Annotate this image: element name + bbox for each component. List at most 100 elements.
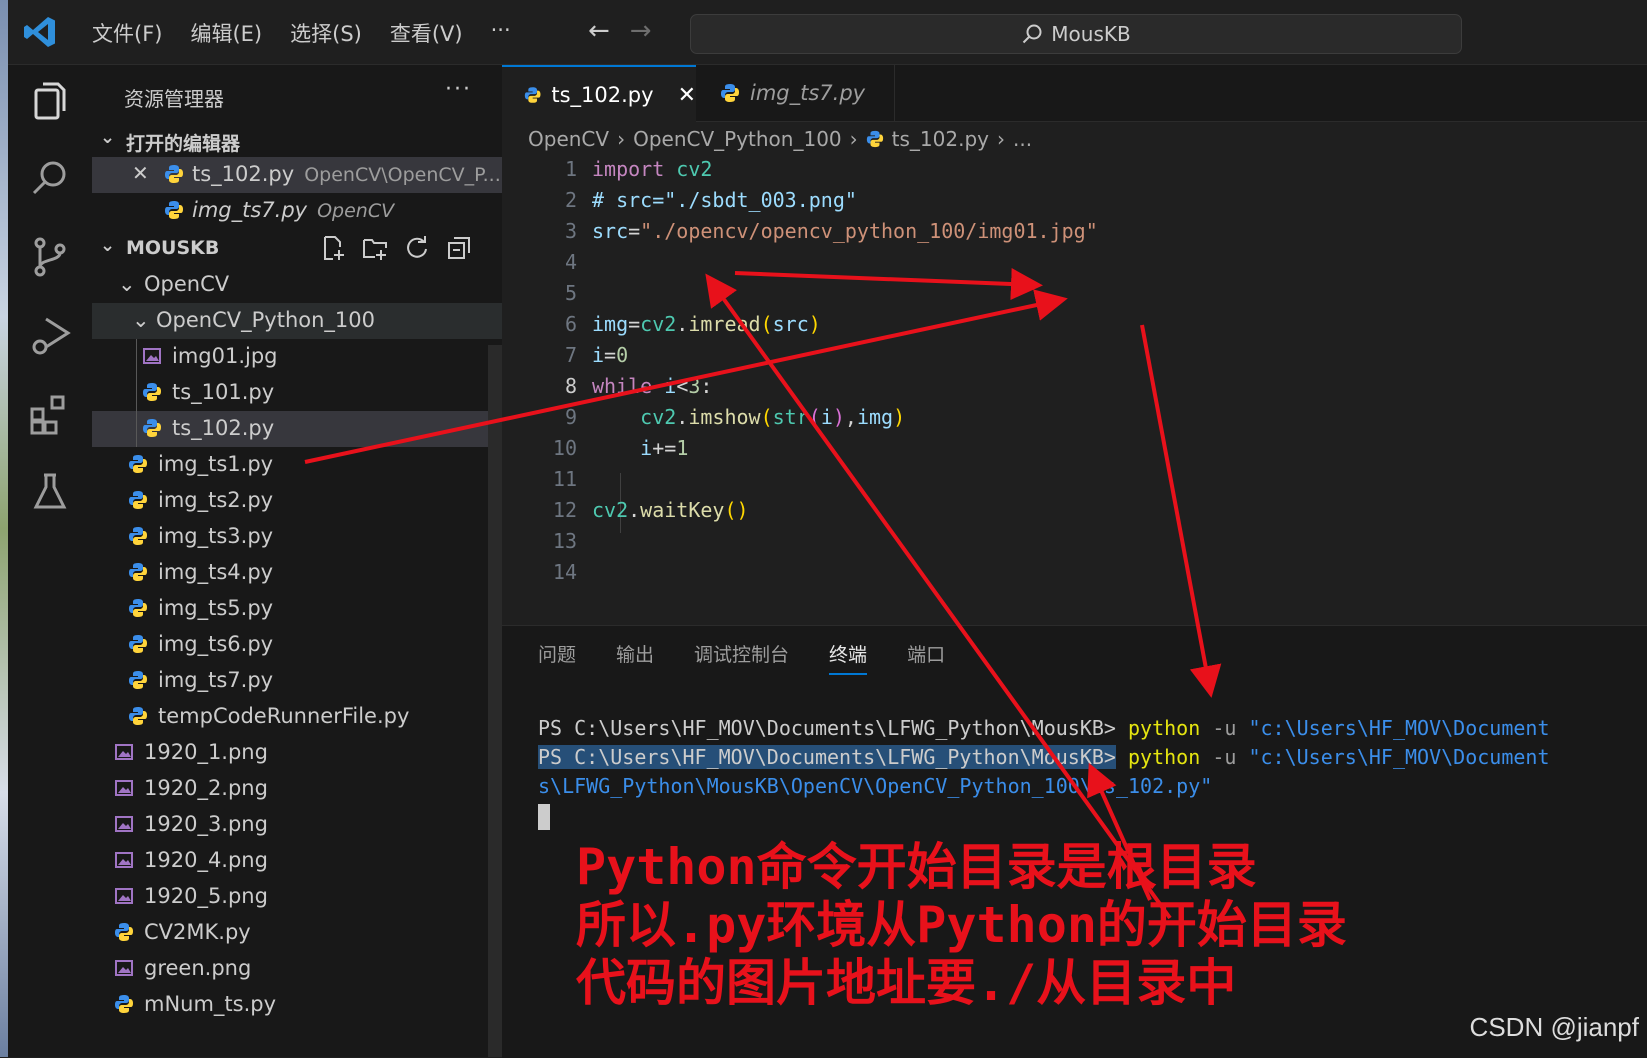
breadcrumb-item[interactable]: ts_102.py [892,127,989,151]
file-tree-item[interactable]: img01.jpg [92,339,502,375]
file-tree-item[interactable]: img_ts5.py [92,591,502,627]
file-tree-item[interactable]: img_ts4.py [92,555,502,591]
file-tree-item[interactable]: CV2MK.py [92,915,502,951]
explorer-icon[interactable] [26,77,74,125]
open-editor-name: ts_102.py [192,162,295,186]
line-number: 3 [564,219,577,243]
explorer-sidebar: 资源管理器 ··· ⌄ 打开的编辑器 ✕ ts_102.py OpenCV\Ope… [92,65,503,1057]
file-tree-item[interactable]: ts_102.py [92,411,502,447]
file-tree-item[interactable]: ts_101.py [92,375,502,411]
folder-opencv-python-100[interactable]: ⌄ OpenCV_Python_100 [92,303,502,339]
image-file-icon [115,888,133,904]
line-number: 7 [564,343,577,367]
line-number: 4 [564,250,577,274]
source-control-icon[interactable] [26,233,74,281]
file-tree-item[interactable]: 1920_1.png [92,735,502,771]
close-icon[interactable]: ✕ [678,83,696,108]
explorer-toolbar [320,235,472,261]
code-line: 8 while i<3: [502,374,1647,405]
refresh-icon[interactable] [404,235,430,261]
line-number: 14 [552,560,577,584]
menu-view[interactable]: 查看(V) [376,18,477,48]
tab-problems[interactable]: 问题 [538,640,576,675]
tab-ports[interactable]: 端口 [907,640,945,675]
menu-more[interactable]: ··· [477,18,525,48]
file-name: 1920_4.png [144,848,268,872]
panel-tabs: 问题 输出 调试控制台 终端 端口 [538,640,945,675]
file-name: img_ts7.py [158,668,274,692]
terminal-cursor [538,803,550,830]
run-debug-icon[interactable] [26,311,74,359]
file-tree-item[interactable]: img_ts3.py [92,519,502,555]
menu-file[interactable]: 文件(F) [78,18,176,48]
python-file-icon [721,84,739,102]
file-tree-item[interactable]: 1920_2.png [92,771,502,807]
vscode-logo-icon [24,17,55,47]
tab-terminal[interactable]: 终端 [829,640,868,675]
python-file-icon [866,130,883,148]
chevron-down-icon: ⌄ [100,127,116,148]
menu-selection[interactable]: 选择(S) [276,18,376,48]
terminal-prompt: PS C:\Users\HF_MOV\Documents\LFWG_Python… [538,745,1116,769]
file-tree-item[interactable]: 1920_4.png [92,843,502,879]
open-editors-header[interactable]: ⌄ 打开的编辑器 [92,123,502,159]
new-file-icon[interactable] [320,235,346,261]
breadcrumb-item[interactable]: OpenCV [528,127,609,151]
testing-flask-icon[interactable] [26,467,74,515]
command-center-search[interactable]: MousKB [690,14,1462,54]
search-icon[interactable] [26,155,74,203]
close-icon[interactable]: ✕ [132,161,149,185]
explorer-more-icon[interactable]: ··· [445,77,472,102]
file-tree-item[interactable]: 1920_5.png [92,879,502,915]
code-line: 7 i=0 [502,343,1647,374]
breadcrumb-item[interactable]: OpenCV_Python_100 [633,127,842,151]
terminal-output[interactable]: PS C:\Users\HF_MOV\Documents\LFWG_Python… [538,714,1549,830]
file-name: 1920_2.png [144,776,268,800]
annotation-line: 所以.py环境从Python的开始目录 [576,896,1347,954]
tab-debug-console[interactable]: 调试控制台 [694,640,789,675]
python-file-icon [115,923,133,941]
extensions-icon[interactable] [26,389,74,437]
file-name: 1920_5.png [144,884,268,908]
python-file-icon [129,635,147,653]
new-folder-icon[interactable] [362,235,388,261]
python-file-icon [129,527,147,545]
image-file-icon [115,816,133,832]
code-line: 10 i+=1 [502,436,1647,467]
collapse-all-icon[interactable] [446,235,472,261]
file-name: img01.jpg [172,344,278,368]
workspace-header[interactable]: ⌄ MOUSKB [92,231,502,267]
tab-img-ts7[interactable]: img_ts7.py [698,65,895,121]
breadcrumb-item[interactable]: ... [1013,127,1032,151]
file-tree-item[interactable]: green.png [92,951,502,987]
file-tree-item[interactable]: img_ts1.py [92,447,502,483]
python-file-icon [129,455,147,473]
file-tree-item[interactable]: mNum_ts.py [92,987,502,1023]
file-tree-item[interactable]: img_ts7.py [92,663,502,699]
back-arrow-icon[interactable]: ← [588,16,610,46]
folder-opencv[interactable]: ⌄ OpenCV [92,267,502,303]
menu-bar: 文件(F) 编辑(E) 选择(S) 查看(V) ··· [78,18,525,48]
tab-label: img_ts7.py [750,81,866,105]
file-name: img_ts4.py [158,560,274,584]
terminal-option: -u [1212,745,1237,769]
activity-bar [8,65,93,1057]
file-tree-item[interactable]: tempCodeRunnerFile.py [92,699,502,735]
forward-arrow-icon[interactable]: → [630,16,652,46]
file-tree-item[interactable]: img_ts2.py [92,483,502,519]
search-icon [1023,24,1042,44]
editor-group: ts_102.py ✕ img_ts7.py OpenCV › OpenCV_P… [502,65,1647,625]
open-editor-item[interactable]: img_ts7.py OpenCV [92,193,502,229]
menu-edit[interactable]: 编辑(E) [176,18,276,48]
code-line: 11 [502,467,1647,498]
file-tree-item[interactable]: 1920_3.png [92,807,502,843]
open-editor-item[interactable]: ✕ ts_102.py OpenCV\OpenCV_P... [92,157,502,193]
file-tree-item[interactable]: img_ts6.py [92,627,502,663]
annotation-line: Python命令开始目录是根目录 [576,838,1257,896]
annotation-line: 代码的图片地址要./从目录中 [576,954,1237,1012]
code-line: 14 [502,560,1647,591]
sidebar-scrollbar[interactable] [488,345,502,1057]
code-line: 2 # src="./sbdt_003.png" [502,188,1647,219]
tab-ts-102[interactable]: ts_102.py ✕ [502,65,696,123]
tab-output[interactable]: 输出 [616,640,654,675]
